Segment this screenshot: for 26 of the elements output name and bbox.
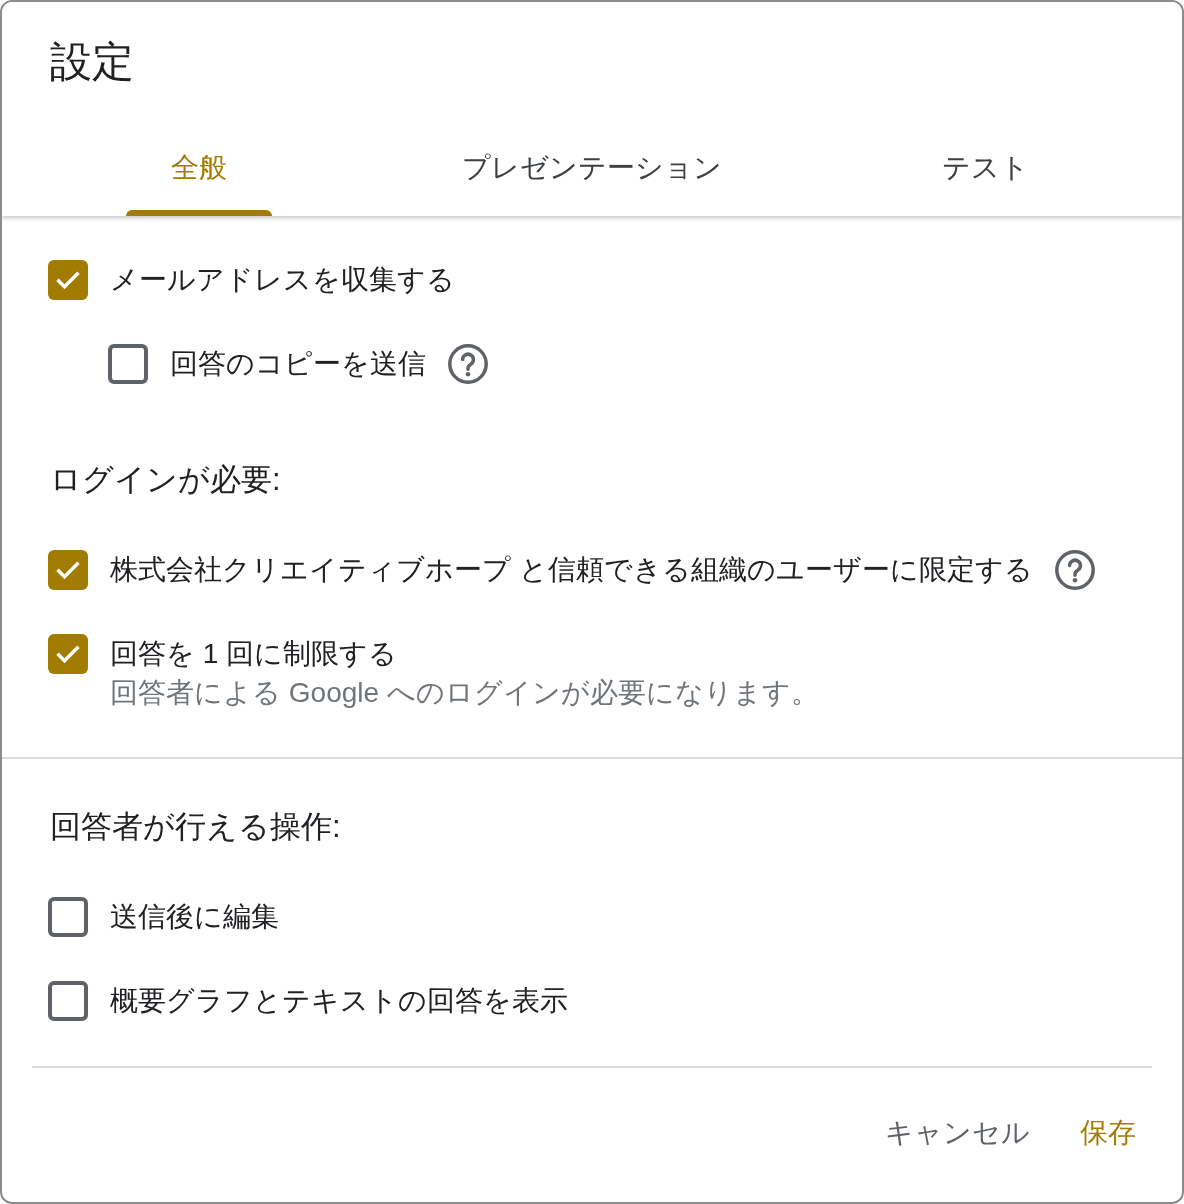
tab[interactable]: 全般 bbox=[2, 120, 396, 216]
section-heading: ログインが必要: bbox=[50, 461, 281, 499]
checkbox[interactable] bbox=[48, 260, 88, 300]
tab[interactable]: プレゼンテーション bbox=[395, 120, 789, 216]
dialog-title: 設定 bbox=[50, 37, 134, 87]
help-icon[interactable] bbox=[448, 344, 488, 384]
checkbox-label: メールアドレスを収集する bbox=[110, 263, 455, 297]
checkmark-icon bbox=[56, 645, 80, 663]
option-description: 回答者による Google へのログインが必要になります。 bbox=[110, 676, 819, 710]
checkbox[interactable] bbox=[48, 550, 88, 590]
checkbox-label: 概要グラフとテキストの回答を表示 bbox=[110, 984, 568, 1018]
checkbox[interactable] bbox=[108, 344, 148, 384]
checkbox-label: 送信後に編集 bbox=[110, 900, 279, 934]
checkbox-label: 株式会社クリエイティブホープ と信頼できる組織のユーザーに限定する bbox=[110, 553, 1033, 587]
checkbox-label: 回答のコピーを送信 bbox=[170, 347, 426, 381]
help-icon[interactable] bbox=[1054, 550, 1095, 590]
tab[interactable]: テスト bbox=[788, 120, 1182, 216]
checkmark-icon bbox=[56, 561, 80, 579]
save-button[interactable]: 保存 bbox=[1064, 1105, 1152, 1161]
cancel-button[interactable]: キャンセル bbox=[869, 1105, 1046, 1161]
checkbox[interactable] bbox=[48, 634, 88, 674]
checkbox[interactable] bbox=[48, 981, 88, 1021]
section-heading: 回答者が行える操作: bbox=[50, 808, 341, 846]
checkbox[interactable] bbox=[48, 897, 88, 937]
checkmark-icon bbox=[56, 271, 80, 289]
checkbox-label: 回答を 1 回に制限する bbox=[110, 637, 398, 671]
